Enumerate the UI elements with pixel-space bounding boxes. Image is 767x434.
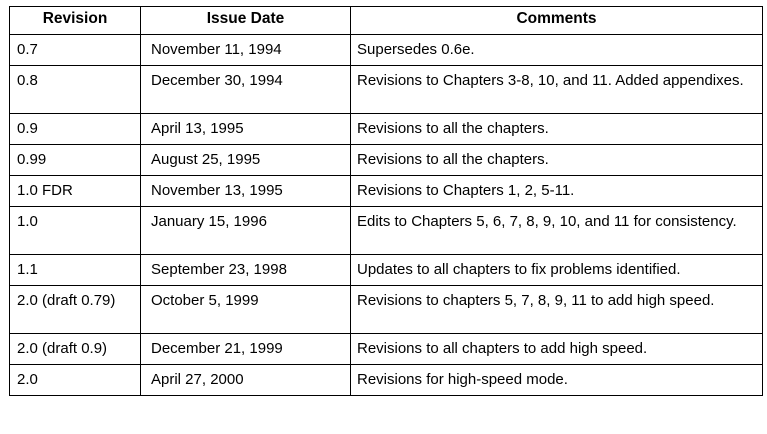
cell-comments: Revisions to all the chapters. [350, 113, 763, 145]
cell-revision: 1.0 FDR [9, 175, 141, 207]
cell-comments: Revisions to Chapters 1, 2, 5-11. [350, 175, 763, 207]
cell-revision: 2.0 (draft 0.9) [9, 333, 141, 365]
cell-revision: 1.1 [9, 254, 141, 286]
cell-comments: Revisions to Chapters 3-8, 10, and 11. A… [350, 65, 763, 114]
table-row: 0.9 April 13, 1995 Revisions to all the … [9, 113, 763, 145]
cell-revision: 0.99 [9, 144, 141, 176]
header-revision: Revision [9, 6, 141, 35]
cell-comments: Revisions for high-speed mode. [350, 364, 763, 396]
table-row: 2.0 (draft 0.9) December 21, 1999 Revisi… [9, 333, 763, 365]
table-row: 0.99 August 25, 1995 Revisions to all th… [9, 144, 763, 176]
table-row: 0.8 December 30, 1994 Revisions to Chapt… [9, 65, 763, 114]
revision-history-table: Revision Issue Date Comments 0.7 Novembe… [9, 6, 763, 396]
cell-issue-date: December 30, 1994 [140, 65, 351, 114]
document-page: Revision Issue Date Comments 0.7 Novembe… [0, 0, 767, 434]
cell-issue-date: November 13, 1995 [140, 175, 351, 207]
table-row: 2.0 April 27, 2000 Revisions for high-sp… [9, 364, 763, 396]
cell-comments: Revisions to chapters 5, 7, 8, 9, 11 to … [350, 285, 763, 334]
cell-issue-date: April 13, 1995 [140, 113, 351, 145]
cell-comments: Edits to Chapters 5, 6, 7, 8, 9, 10, and… [350, 206, 763, 255]
cell-revision: 0.9 [9, 113, 141, 145]
table-row: 1.1 September 23, 1998 Updates to all ch… [9, 254, 763, 286]
cell-issue-date: April 27, 2000 [140, 364, 351, 396]
cell-issue-date: October 5, 1999 [140, 285, 351, 334]
table-row: 1.0 January 15, 1996 Edits to Chapters 5… [9, 206, 763, 255]
cell-issue-date: August 25, 1995 [140, 144, 351, 176]
cell-revision: 2.0 (draft 0.79) [9, 285, 141, 334]
cell-revision: 0.8 [9, 65, 141, 114]
cell-comments: Updates to all chapters to fix problems … [350, 254, 763, 286]
table-row: 2.0 (draft 0.79) October 5, 1999 Revisio… [9, 285, 763, 334]
cell-revision: 2.0 [9, 364, 141, 396]
cell-revision: 1.0 [9, 206, 141, 255]
table-header-row: Revision Issue Date Comments [9, 6, 763, 35]
table-row: 1.0 FDR November 13, 1995 Revisions to C… [9, 175, 763, 207]
header-issue-date: Issue Date [140, 6, 351, 35]
header-comments: Comments [350, 6, 763, 35]
cell-revision: 0.7 [9, 34, 141, 66]
cell-issue-date: November 11, 1994 [140, 34, 351, 66]
cell-issue-date: September 23, 1998 [140, 254, 351, 286]
cell-issue-date: January 15, 1996 [140, 206, 351, 255]
cell-issue-date: December 21, 1999 [140, 333, 351, 365]
cell-comments: Supersedes 0.6e. [350, 34, 763, 66]
cell-comments: Revisions to all the chapters. [350, 144, 763, 176]
cell-comments: Revisions to all chapters to add high sp… [350, 333, 763, 365]
table-row: 0.7 November 11, 1994 Supersedes 0.6e. [9, 34, 763, 66]
